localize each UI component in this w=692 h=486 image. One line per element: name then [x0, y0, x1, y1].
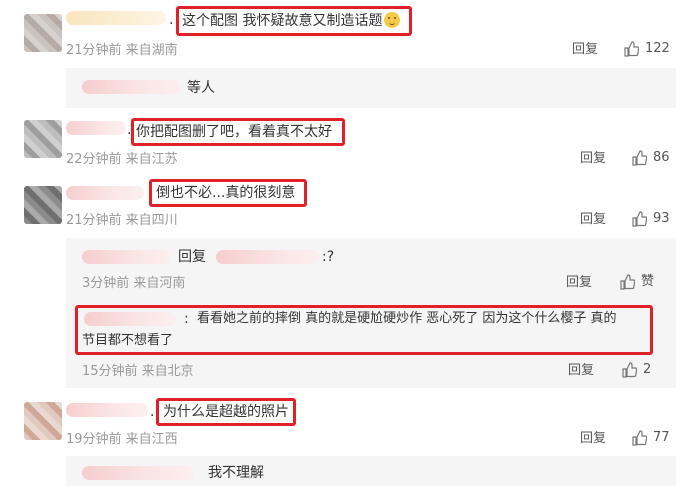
username-blurred[interactable]	[66, 11, 166, 25]
username-blurred[interactable]	[82, 466, 194, 480]
like-button[interactable]: 2	[621, 362, 651, 378]
sub-reply-meta: 15分钟前 来自北京	[82, 364, 194, 379]
thumbs-up-icon	[632, 150, 647, 166]
avatar[interactable]	[24, 186, 62, 224]
sub-reply-prefix: :	[184, 311, 189, 327]
thumbs-up-icon	[624, 41, 639, 57]
username-blurred[interactable]	[66, 403, 148, 417]
comment-meta: 21分钟前 来自湖南	[66, 43, 178, 58]
username-suffix: .	[169, 12, 174, 28]
thumbs-up-icon	[632, 430, 647, 446]
username-blurred[interactable]	[66, 186, 144, 200]
comment-text: 你把配图删了吧，看着真不太好	[136, 124, 332, 140]
smile-emoji-icon	[384, 12, 401, 28]
sub-reply-meta: 3分钟前 来自河南	[82, 276, 186, 291]
reply-button[interactable]: 回复	[580, 431, 606, 447]
like-button[interactable]: 93	[631, 211, 670, 227]
reply-button[interactable]: 回复	[580, 212, 606, 228]
sub-reply-text: 我不理解	[208, 465, 264, 481]
sub-reply-text: 等人	[187, 80, 215, 96]
comment-text: 倒也不必...真的很刻意	[156, 185, 296, 201]
sub-reply-prefix: 回复	[178, 249, 206, 265]
comment-meta: 22分钟前 来自江苏	[66, 152, 178, 167]
username-blurred[interactable]	[82, 80, 180, 94]
thumbs-up-icon	[620, 274, 635, 290]
like-button[interactable]: 86	[631, 150, 670, 166]
avatar[interactable]	[24, 120, 62, 158]
username-blurred[interactable]	[84, 312, 176, 326]
sub-reply-text-line1: 看看她之前的摔倒 真的就是硬尬硬炒作 恶心死了 因为这个什么樱子 真的	[197, 311, 617, 326]
username-suffix: .	[150, 404, 155, 420]
avatar[interactable]	[24, 402, 62, 440]
reply-button[interactable]: 回复	[580, 151, 606, 167]
reply-button[interactable]: 回复	[566, 275, 592, 291]
comment-text: 为什么是超越的照片	[163, 404, 289, 420]
like-button[interactable]: 赞	[619, 274, 654, 290]
comment-meta: 21分钟前 来自四川	[66, 213, 178, 228]
comment-text: 这个配图 我怀疑故意又制造话题	[182, 12, 401, 30]
sub-reply-suffix: :?	[322, 249, 335, 265]
thumbs-up-icon	[632, 211, 647, 227]
like-button[interactable]: 77	[631, 430, 670, 446]
comment-meta: 19分钟前 来自江西	[66, 432, 178, 447]
username-blurred[interactable]	[82, 250, 170, 264]
thumbs-up-icon	[622, 362, 637, 378]
reply-button[interactable]: 回复	[568, 363, 594, 379]
reply-button[interactable]: 回复	[572, 42, 598, 58]
username-blurred[interactable]	[216, 250, 320, 264]
sub-reply-text-line2: 节目都不想看了	[82, 333, 174, 348]
like-button[interactable]: 122	[623, 41, 670, 57]
avatar[interactable]	[24, 14, 62, 52]
username-blurred[interactable]	[66, 121, 126, 135]
